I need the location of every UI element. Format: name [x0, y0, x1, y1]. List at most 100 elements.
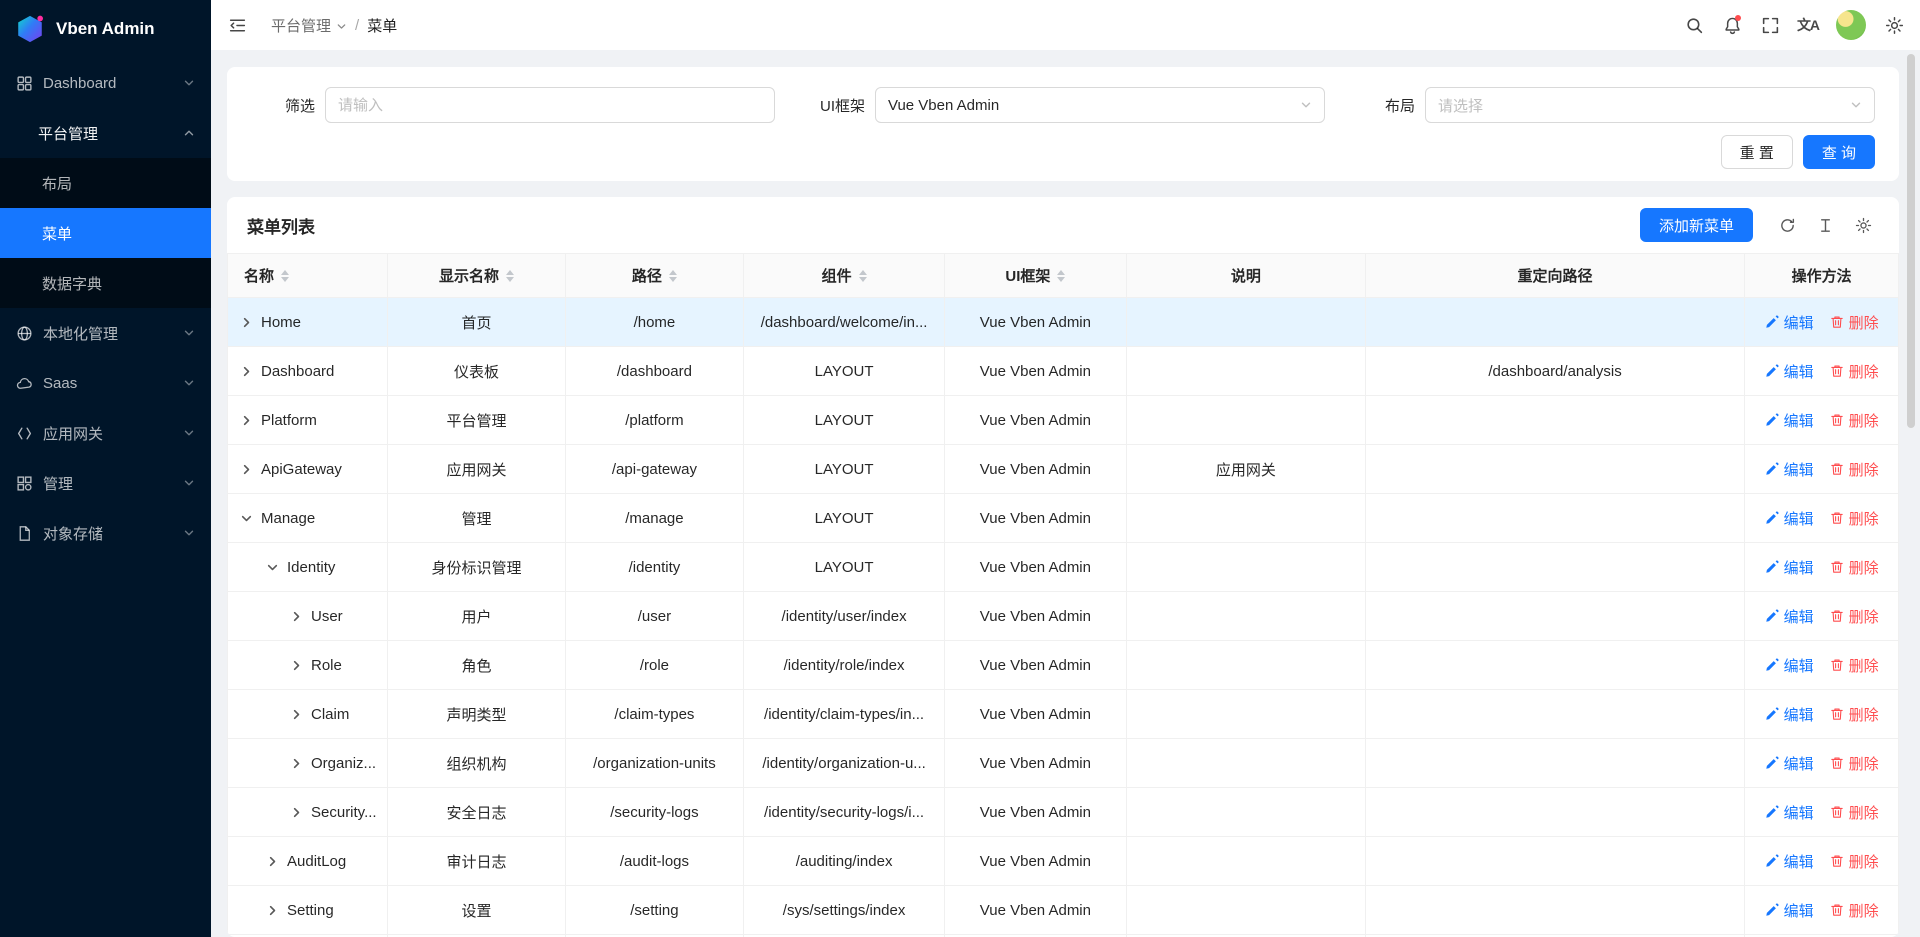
sidebar-item-platform-management[interactable]: 平台管理 [0, 108, 211, 158]
expand-icon[interactable] [290, 659, 303, 672]
edit-link[interactable]: 编辑 [1765, 459, 1814, 480]
settings-icon[interactable] [1876, 7, 1912, 43]
table-row[interactable]: User 用户 /user /identity/user/index Vue V… [228, 592, 1899, 641]
page-scrollbar[interactable] [1907, 54, 1915, 428]
main-area: 平台管理 / 菜单 文A 筛选 [211, 0, 1920, 937]
table-row[interactable]: Organiz... 组织机构 /organization-units /ide… [228, 739, 1899, 788]
cell-display-name: 设置 [388, 886, 565, 935]
edit-link[interactable]: 编辑 [1765, 704, 1814, 725]
column-header-operations: 操作方法 [1745, 254, 1899, 298]
table-row[interactable]: Identity 身份标识管理 /identity LAYOUT Vue Vbe… [228, 543, 1899, 592]
column-header-component[interactable]: 组件 [744, 254, 945, 298]
expand-icon[interactable] [290, 708, 303, 721]
edit-link[interactable]: 编辑 [1765, 851, 1814, 872]
expand-icon[interactable] [290, 757, 303, 770]
sidebar-item-layout[interactable]: 布局 [0, 158, 211, 208]
framework-select[interactable]: Vue Vben Admin [875, 87, 1325, 123]
cell-redirect [1365, 298, 1744, 347]
sidebar-item-object-storage[interactable]: 对象存储 [0, 508, 211, 558]
fullscreen-icon[interactable] [1752, 7, 1788, 43]
delete-link[interactable]: 删除 [1830, 704, 1879, 725]
table-header-row: 名称 显示名称 路径 组件 UI框架 说明 重定向路径 操作方法 [228, 254, 1899, 298]
cell-framework: Vue Vben Admin [944, 494, 1126, 543]
sidebar-item-data-dictionary[interactable]: 数据字典 [0, 258, 211, 308]
column-header-redirect: 重定向路径 [1365, 254, 1744, 298]
expand-icon[interactable] [240, 365, 253, 378]
table-row[interactable]: AuditLog 审计日志 /audit-logs /auditing/inde… [228, 837, 1899, 886]
table-row[interactable]: Role 角色 /role /identity/role/index Vue V… [228, 641, 1899, 690]
search-button[interactable]: 查 询 [1803, 135, 1875, 169]
sidebar-item-menu[interactable]: 菜单 [0, 208, 211, 258]
column-header-display-name[interactable]: 显示名称 [388, 254, 565, 298]
edit-link[interactable]: 编辑 [1765, 361, 1814, 382]
add-menu-button[interactable]: 添加新菜单 [1640, 208, 1753, 242]
edit-link[interactable]: 编辑 [1765, 753, 1814, 774]
reset-button[interactable]: 重 置 [1721, 135, 1793, 169]
sidebar-item-manage[interactable]: 管理 [0, 458, 211, 508]
table-row[interactable]: Claim 声明类型 /claim-types /identity/claim-… [228, 690, 1899, 739]
edit-link[interactable]: 编辑 [1765, 508, 1814, 529]
sidebar-item-dashboard[interactable]: Dashboard [0, 58, 211, 108]
cell-display-name: 角色 [388, 641, 565, 690]
table-row[interactable]: Manage 管理 /manage LAYOUT Vue Vben Admin … [228, 494, 1899, 543]
table-row[interactable]: Platform 平台管理 /platform LAYOUT Vue Vben … [228, 396, 1899, 445]
cell-redirect [1365, 445, 1744, 494]
layout-select[interactable]: 请选择 [1425, 87, 1875, 123]
column-settings-icon[interactable] [1847, 209, 1879, 241]
cell-redirect [1365, 494, 1744, 543]
expand-icon[interactable] [290, 610, 303, 623]
user-avatar[interactable] [1836, 10, 1866, 40]
edit-link[interactable]: 编辑 [1765, 557, 1814, 578]
app-logo[interactable]: Vben Admin [0, 0, 211, 58]
cell-path: /api-gateway [565, 445, 744, 494]
delete-link[interactable]: 删除 [1830, 361, 1879, 382]
trash-icon [1830, 462, 1844, 476]
delete-link[interactable]: 删除 [1830, 312, 1879, 333]
edit-link[interactable]: 编辑 [1765, 655, 1814, 676]
cell-display-name: 管理 [388, 494, 565, 543]
table-row[interactable]: Dashboard 仪表板 /dashboard LAYOUT Vue Vben… [228, 347, 1899, 396]
expand-icon[interactable] [290, 806, 303, 819]
table-row[interactable]: ApiGateway 应用网关 /api-gateway LAYOUT Vue … [228, 445, 1899, 494]
row-height-icon[interactable] [1809, 209, 1841, 241]
delete-link[interactable]: 删除 [1830, 802, 1879, 823]
search-icon[interactable] [1676, 7, 1712, 43]
expand-icon[interactable] [240, 414, 253, 427]
delete-link[interactable]: 删除 [1830, 753, 1879, 774]
sidebar-item-localization[interactable]: 本地化管理 [0, 308, 211, 358]
edit-link[interactable]: 编辑 [1765, 900, 1814, 921]
table-row[interactable]: Setting 设置 /setting /sys/settings/index … [228, 886, 1899, 935]
column-header-name[interactable]: 名称 [228, 254, 388, 298]
notification-icon[interactable] [1714, 7, 1750, 43]
sidebar-item-saas[interactable]: Saas [0, 358, 211, 408]
keyword-input[interactable] [338, 97, 762, 114]
expand-icon[interactable] [240, 316, 253, 329]
breadcrumb-parent[interactable]: 平台管理 [271, 15, 347, 36]
edit-link[interactable]: 编辑 [1765, 802, 1814, 823]
delete-link[interactable]: 删除 [1830, 851, 1879, 872]
delete-link[interactable]: 删除 [1830, 459, 1879, 480]
refresh-icon[interactable] [1771, 209, 1803, 241]
table-row[interactable]: Home 首页 /home /dashboard/welcome/in... V… [228, 298, 1899, 347]
column-header-path[interactable]: 路径 [565, 254, 744, 298]
collapse-icon[interactable] [240, 512, 253, 525]
locale-icon[interactable]: 文A [1790, 7, 1826, 43]
table-row[interactable]: Security... 安全日志 /security-logs /identit… [228, 788, 1899, 837]
column-header-framework[interactable]: UI框架 [944, 254, 1126, 298]
edit-link[interactable]: 编辑 [1765, 312, 1814, 333]
delete-link[interactable]: 删除 [1830, 900, 1879, 921]
expand-icon[interactable] [240, 463, 253, 476]
sidebar-item-app-gateway[interactable]: 应用网关 [0, 408, 211, 458]
cell-name: User [228, 592, 388, 641]
expand-icon[interactable] [266, 855, 279, 868]
menu-fold-icon[interactable] [219, 7, 255, 43]
collapse-icon[interactable] [266, 561, 279, 574]
expand-icon[interactable] [266, 904, 279, 917]
delete-link[interactable]: 删除 [1830, 557, 1879, 578]
edit-link[interactable]: 编辑 [1765, 410, 1814, 431]
delete-link[interactable]: 删除 [1830, 508, 1879, 529]
edit-link[interactable]: 编辑 [1765, 606, 1814, 627]
delete-link[interactable]: 删除 [1830, 606, 1879, 627]
delete-link[interactable]: 删除 [1830, 410, 1879, 431]
delete-link[interactable]: 删除 [1830, 655, 1879, 676]
